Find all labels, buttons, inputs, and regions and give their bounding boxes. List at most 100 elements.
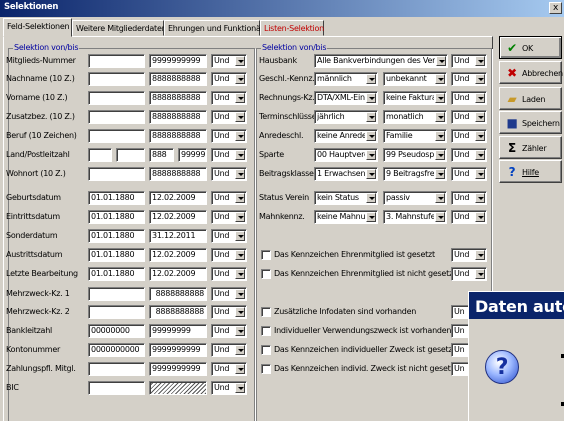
operator-select[interactable]: Und bbox=[211, 210, 247, 224]
to-select-chevron-down-icon[interactable] bbox=[435, 131, 445, 141]
operator-select[interactable]: Und bbox=[211, 129, 247, 143]
operator-select[interactable]: Und bbox=[211, 324, 247, 338]
operator-select-chevron-down-icon[interactable] bbox=[235, 74, 245, 84]
to-input[interactable]: 8888888888 bbox=[149, 110, 207, 124]
from-input[interactable] bbox=[88, 91, 145, 105]
to-select-chevron-down-icon[interactable] bbox=[435, 74, 445, 84]
checkbox[interactable] bbox=[261, 345, 271, 355]
operator-select[interactable]: Und bbox=[451, 129, 487, 143]
operator-select-chevron-down-icon[interactable] bbox=[235, 250, 245, 260]
operator-select[interactable]: Und bbox=[211, 110, 247, 124]
operator-select-chevron-down-icon[interactable] bbox=[235, 231, 245, 241]
operator-select[interactable]: Und bbox=[451, 267, 487, 281]
operator-select-chevron-down-icon[interactable] bbox=[235, 112, 245, 122]
to-input[interactable]: 8888888888 bbox=[149, 287, 207, 301]
to-input[interactable]: 9999999999 bbox=[149, 343, 207, 357]
from-input[interactable]: 01.01.1880 bbox=[88, 210, 145, 224]
operator-select[interactable]: Und bbox=[211, 287, 247, 301]
hausbank-select-chevron-down-icon[interactable] bbox=[436, 56, 446, 66]
operator-select-chevron-down-icon[interactable] bbox=[475, 250, 485, 260]
operator-select-chevron-down-icon[interactable] bbox=[235, 93, 245, 103]
from-input[interactable] bbox=[88, 381, 145, 395]
to-input[interactable]: 12.02.2009 bbox=[149, 210, 207, 224]
from-input[interactable] bbox=[88, 129, 145, 143]
from-select-chevron-down-icon[interactable] bbox=[366, 112, 376, 122]
operator-select[interactable]: Und bbox=[451, 91, 487, 105]
to-select[interactable]: keine Faktura bbox=[383, 91, 447, 105]
from-select[interactable]: keine Anrede bbox=[314, 129, 378, 143]
to-select-chevron-down-icon[interactable] bbox=[435, 212, 445, 222]
speichern-button[interactable]: ■ Speichern bbox=[499, 111, 562, 134]
from-select-chevron-down-icon[interactable] bbox=[366, 74, 376, 84]
operator-select-chevron-down-icon[interactable] bbox=[475, 93, 485, 103]
tab-feld-selektionen[interactable]: Feld-Selektionen bbox=[3, 18, 72, 37]
from-input[interactable] bbox=[88, 54, 145, 68]
operator-select[interactable]: Und bbox=[211, 148, 247, 162]
checkbox[interactable] bbox=[261, 250, 271, 260]
from-input[interactable]: 0000000000 bbox=[88, 343, 145, 357]
to-input[interactable]: 12.02.2009 bbox=[149, 267, 207, 281]
from-select[interactable]: jährlich bbox=[314, 110, 378, 124]
to-input[interactable] bbox=[149, 381, 207, 395]
plz-to-input[interactable]: 99999 bbox=[178, 148, 207, 162]
to-select-chevron-down-icon[interactable] bbox=[435, 193, 445, 203]
from-select-chevron-down-icon[interactable] bbox=[366, 212, 376, 222]
to-select-chevron-down-icon[interactable] bbox=[435, 93, 445, 103]
hilfe-button[interactable]: ? Hilfe bbox=[499, 160, 562, 183]
operator-select-chevron-down-icon[interactable] bbox=[235, 326, 245, 336]
operator-select[interactable]: Und bbox=[211, 381, 247, 395]
to-input[interactable]: 8888888888 bbox=[149, 91, 207, 105]
checkbox[interactable] bbox=[261, 326, 271, 336]
to-select[interactable]: 3. Mahnstufe bbox=[383, 210, 447, 224]
to-input[interactable]: 8888888888 bbox=[149, 305, 207, 319]
from-select-chevron-down-icon[interactable] bbox=[366, 131, 376, 141]
operator-select-chevron-down-icon[interactable] bbox=[235, 364, 245, 374]
operator-select-chevron-down-icon[interactable] bbox=[235, 269, 245, 279]
operator-select[interactable]: Und bbox=[211, 91, 247, 105]
from-input[interactable]: 00000000 bbox=[88, 324, 145, 338]
operator-select-chevron-down-icon[interactable] bbox=[235, 212, 245, 222]
operator-select[interactable]: Und bbox=[211, 305, 247, 319]
zhler-button[interactable]: Σ Zähler bbox=[499, 136, 562, 159]
operator-select-chevron-down-icon[interactable] bbox=[475, 56, 485, 66]
from-input[interactable] bbox=[88, 167, 145, 181]
to-input[interactable]: 8888888888 bbox=[149, 129, 207, 143]
to-select[interactable]: unbekannt bbox=[383, 72, 447, 86]
from-input[interactable]: 01.01.1880 bbox=[88, 267, 145, 281]
operator-select-chevron-down-icon[interactable] bbox=[235, 307, 245, 317]
from-select[interactable]: männlich bbox=[314, 72, 378, 86]
from-select[interactable]: keine Mahnun bbox=[314, 210, 378, 224]
operator-select[interactable]: Und bbox=[451, 191, 487, 205]
from-select-chevron-down-icon[interactable] bbox=[366, 169, 376, 179]
from-input[interactable] bbox=[88, 110, 145, 124]
operator-select[interactable]: Und bbox=[211, 229, 247, 243]
operator-select-chevron-down-icon[interactable] bbox=[475, 212, 485, 222]
operator-select-chevron-down-icon[interactable] bbox=[475, 150, 485, 160]
to-select-chevron-down-icon[interactable] bbox=[435, 112, 445, 122]
plz-from-input[interactable] bbox=[116, 148, 145, 162]
operator-select-chevron-down-icon[interactable] bbox=[235, 169, 245, 179]
to-input[interactable]: 9999999999 bbox=[149, 54, 207, 68]
operator-select-chevron-down-icon[interactable] bbox=[475, 169, 485, 179]
checkbox[interactable] bbox=[261, 364, 271, 374]
operator-select-chevron-down-icon[interactable] bbox=[235, 383, 245, 393]
operator-select-chevron-down-icon[interactable] bbox=[235, 345, 245, 355]
operator-select-chevron-down-icon[interactable] bbox=[235, 131, 245, 141]
close-button[interactable]: x bbox=[549, 2, 562, 14]
operator-select[interactable]: Und bbox=[451, 148, 487, 162]
operator-select[interactable]: Und bbox=[211, 343, 247, 357]
land-from-input[interactable] bbox=[88, 148, 112, 162]
operator-select[interactable]: Und bbox=[211, 267, 247, 281]
operator-select[interactable]: Und bbox=[451, 54, 487, 68]
from-input[interactable]: 01.01.1880 bbox=[88, 248, 145, 262]
to-input[interactable]: 99999999 bbox=[149, 324, 207, 338]
operator-select[interactable]: Und bbox=[211, 248, 247, 262]
operator-select-chevron-down-icon[interactable] bbox=[235, 193, 245, 203]
from-select-chevron-down-icon[interactable] bbox=[366, 193, 376, 203]
from-select-chevron-down-icon[interactable] bbox=[366, 93, 376, 103]
from-input[interactable] bbox=[88, 72, 145, 86]
to-select[interactable]: Familie bbox=[383, 129, 447, 143]
hausbank-select[interactable]: Alle Bankverbindungen des Verein bbox=[314, 54, 448, 68]
to-select[interactable]: 99 Pseudospa bbox=[383, 148, 447, 162]
to-input[interactable]: 12.02.2009 bbox=[149, 191, 207, 205]
